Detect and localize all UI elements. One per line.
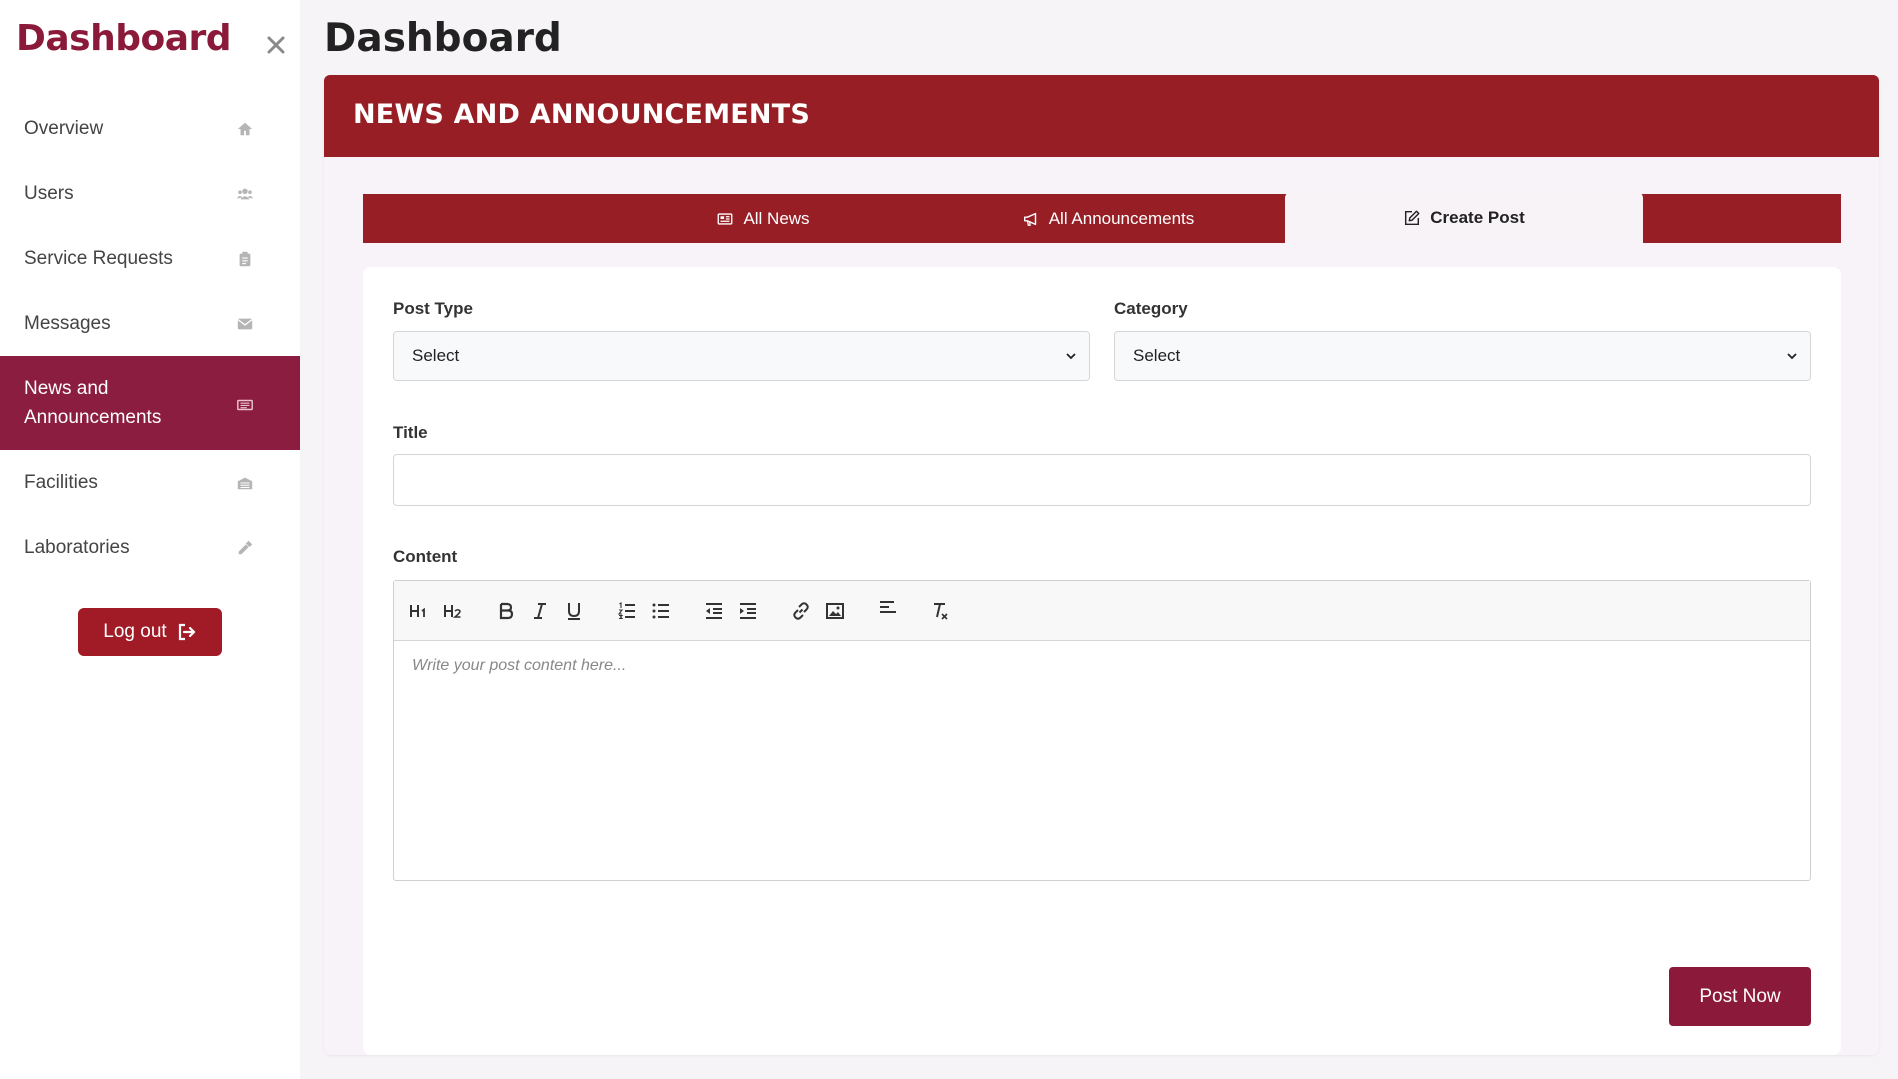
header-1-button[interactable] — [406, 599, 432, 623]
close-icon — [267, 36, 285, 54]
image-button[interactable] — [822, 599, 848, 623]
header-1-icon — [410, 605, 425, 617]
sidebar-item-service-requests[interactable]: Service Requests — [0, 226, 300, 291]
clipboard-icon — [236, 250, 254, 268]
clear-format-button[interactable] — [927, 599, 953, 623]
sidebar-item-label: Users — [24, 182, 74, 204]
building-icon — [236, 474, 254, 492]
outdent-button[interactable] — [701, 599, 727, 623]
sidebar-item-label: Overview — [24, 117, 104, 139]
bold-button[interactable] — [493, 599, 519, 623]
edit-icon — [1405, 210, 1420, 225]
indent-button[interactable] — [735, 599, 761, 623]
link-icon — [793, 602, 809, 620]
italic-icon — [534, 603, 546, 619]
sidebar-item-label: Laboratories — [24, 536, 130, 558]
bold-icon — [499, 602, 514, 620]
sidebar-item-users[interactable]: Users — [0, 161, 300, 226]
outdent-icon — [706, 603, 722, 619]
underline-button[interactable] — [561, 599, 587, 623]
logout-button[interactable]: Log out — [78, 608, 222, 656]
tab-create-post[interactable]: Create Post — [1285, 192, 1643, 243]
underline-icon — [568, 603, 580, 620]
sidebar-nav: Overview Users Service Requests Messages… — [0, 96, 300, 580]
tab-label: Create Post — [1430, 207, 1525, 227]
italic-button[interactable] — [527, 599, 553, 623]
panel-title: NEWS AND ANNOUNCEMENTS — [353, 99, 810, 130]
tab-all-announcements[interactable]: All Announcements — [993, 194, 1223, 243]
post-type-label: Post Type — [393, 299, 473, 318]
panel-header: NEWS AND ANNOUNCEMENTS — [324, 75, 1879, 157]
header-2-icon — [444, 605, 461, 618]
content-editor: Write your post content here... — [393, 580, 1811, 881]
page-title: Dashboard — [324, 16, 562, 61]
tab-label: All News — [743, 208, 810, 228]
sidebar-item-news-and-announcements[interactable]: News and Announcements — [0, 356, 300, 450]
post-type-select[interactable]: Select — [393, 331, 1090, 381]
megaphone-icon — [1023, 212, 1036, 226]
sidebar-item-facilities[interactable]: Facilities — [0, 450, 300, 515]
editor-toolbar — [394, 581, 1810, 641]
post-type-value: Select — [412, 346, 460, 365]
link-button[interactable] — [788, 599, 814, 623]
align-left-icon — [880, 601, 896, 613]
sidebar-item-label: Messages — [24, 312, 111, 334]
chevron-down-icon — [1066, 353, 1076, 360]
tab-bar: All News All Announcements Create Post — [363, 192, 1841, 243]
sidebar-item-label: News and Announcements — [24, 378, 162, 428]
ordered-list-button[interactable] — [614, 599, 640, 623]
tab-label: All Announcements — [1048, 208, 1195, 228]
sidebar-item-laboratories[interactable]: Laboratories — [0, 515, 300, 580]
title-input[interactable] — [393, 454, 1811, 506]
indent-icon — [740, 603, 756, 619]
chevron-down-icon — [1787, 353, 1797, 360]
post-now-button[interactable]: Post Now — [1669, 967, 1811, 1026]
brand-title: Dashboard — [16, 18, 232, 59]
close-sidebar-button[interactable] — [263, 32, 289, 58]
bullet-list-icon — [652, 603, 669, 619]
category-select[interactable]: Select — [1114, 331, 1811, 381]
newspaper-icon — [236, 394, 254, 412]
ordered-list-icon — [617, 601, 635, 620]
newspaper-icon — [718, 212, 733, 225]
bullet-list-button[interactable] — [648, 599, 674, 623]
align-button[interactable] — [875, 595, 901, 619]
image-icon — [826, 603, 844, 619]
content-label: Content — [393, 547, 458, 566]
sidebar-item-label: Facilities — [24, 471, 98, 493]
sidebar: Dashboard Overview Users Service Request… — [0, 0, 300, 1079]
tab-all-news[interactable]: All News — [663, 194, 863, 243]
title-label: Title — [393, 423, 428, 442]
category-label: Category — [1114, 299, 1188, 318]
eyedropper-icon — [236, 539, 254, 557]
sidebar-item-overview[interactable]: Overview — [0, 96, 300, 161]
logout-label: Log out — [103, 621, 167, 642]
users-icon — [236, 185, 254, 203]
envelope-icon — [236, 315, 254, 333]
sidebar-item-label: Service Requests — [24, 247, 173, 269]
sidebar-item-messages[interactable]: Messages — [0, 291, 300, 356]
content-editor-area[interactable]: Write your post content here... — [394, 641, 1810, 881]
home-icon — [236, 120, 254, 138]
sign-out-icon — [178, 623, 195, 641]
clear-format-icon — [934, 603, 948, 620]
category-value: Select — [1133, 346, 1181, 365]
header-2-button[interactable] — [440, 599, 466, 623]
